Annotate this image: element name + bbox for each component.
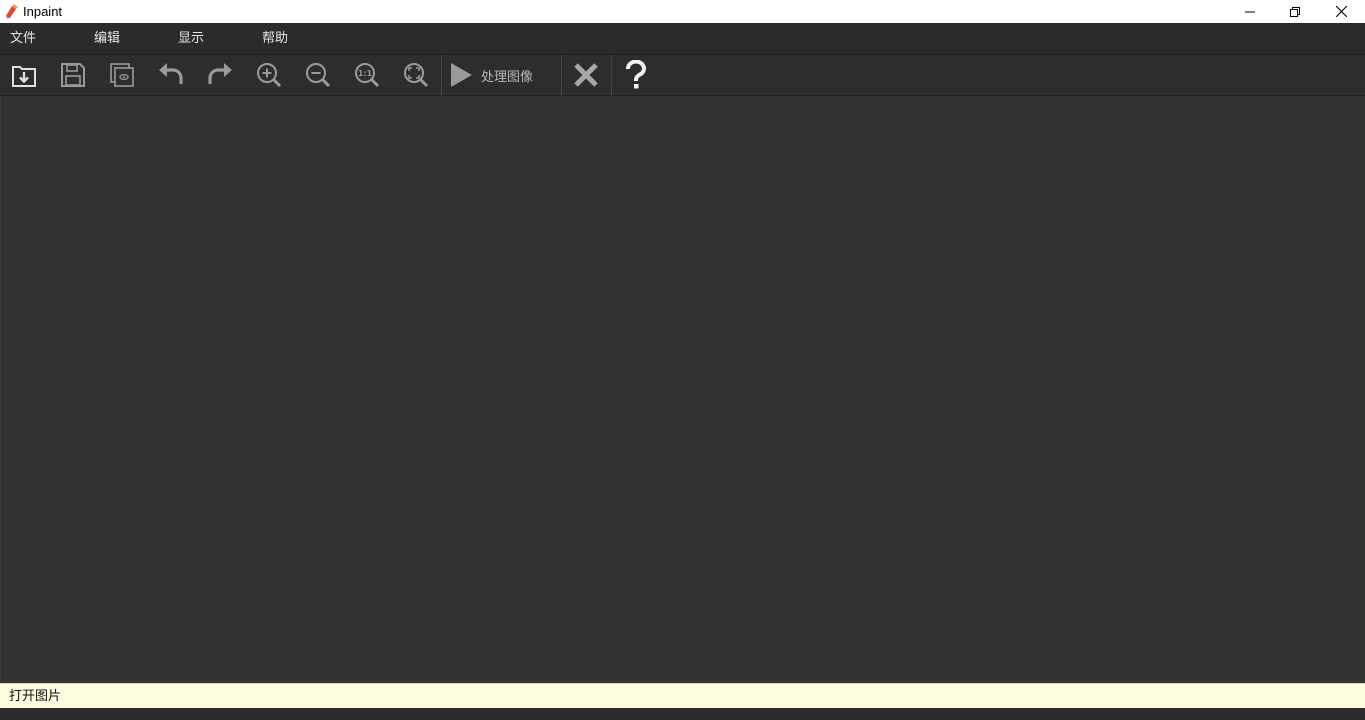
app-logo-icon <box>3 3 19 19</box>
open-file-icon <box>12 66 36 87</box>
preview-button[interactable] <box>104 58 140 92</box>
zoom-in-icon <box>257 63 282 88</box>
help-button[interactable] <box>618 58 654 92</box>
play-icon <box>451 63 472 87</box>
minimize-icon <box>1245 11 1255 12</box>
save-icon <box>61 63 85 87</box>
status-bar: 打开图片 <box>0 683 1365 708</box>
save-button[interactable] <box>55 58 91 92</box>
zoom-fit-icon <box>404 63 429 88</box>
zoom-actual-size-icon: 1:1 <box>355 63 380 88</box>
x-icon <box>574 63 598 87</box>
zoom-fit-button[interactable] <box>398 58 434 92</box>
zoom-out-icon <box>306 63 331 88</box>
question-icon <box>626 60 646 89</box>
undo-button[interactable] <box>153 58 189 92</box>
redo-button[interactable] <box>202 58 238 92</box>
toolbar-separator <box>561 55 562 96</box>
restore-icon <box>1290 6 1300 17</box>
restore-button[interactable] <box>1272 0 1318 23</box>
zoom-out-button[interactable] <box>300 58 336 92</box>
cancel-button[interactable] <box>568 58 604 92</box>
close-icon <box>1335 6 1347 17</box>
process-image-label: 处理图像 <box>481 69 534 85</box>
zoom-ratio-text: 1:1 <box>358 69 373 78</box>
zoom-actual-size-button[interactable]: 1:1 <box>349 58 385 92</box>
undo-icon <box>159 63 183 84</box>
zoom-in-button[interactable] <box>251 58 287 92</box>
bottom-border <box>0 708 1365 720</box>
process-image-button[interactable]: 处理图像 <box>449 58 557 92</box>
window-title: Inpaint <box>23 4 63 19</box>
status-text: 打开图片 <box>9 689 62 704</box>
toolbar: 1:1 处理图像 <box>0 55 1365 96</box>
menu-help[interactable]: 帮助 <box>262 31 288 46</box>
image-canvas[interactable] <box>0 96 1365 683</box>
menu-file[interactable]: 文件 <box>10 31 36 46</box>
minimize-button[interactable] <box>1227 0 1273 23</box>
redo-icon <box>208 63 232 84</box>
toolbar-separator <box>441 55 442 96</box>
open-button[interactable] <box>6 58 42 92</box>
menu-bar: 文件 编辑 显示 帮助 <box>0 23 1365 55</box>
preview-icon <box>110 63 134 87</box>
toolbar-separator <box>611 55 612 96</box>
menu-edit[interactable]: 编辑 <box>94 31 120 46</box>
menu-view[interactable]: 显示 <box>178 31 204 46</box>
title-bar: Inpaint <box>0 0 1365 23</box>
close-button[interactable] <box>1318 0 1364 23</box>
